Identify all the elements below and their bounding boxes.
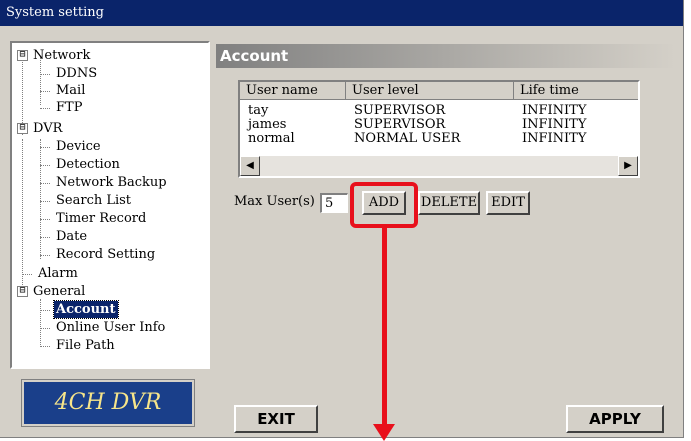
- column-header-user-name[interactable]: User name: [240, 82, 346, 100]
- horizontal-scrollbar[interactable]: ◀ ▶: [240, 156, 638, 176]
- tree-connector: [40, 255, 50, 256]
- cell-user-level: NORMAL USER: [354, 131, 461, 146]
- table-row[interactable]: normal NORMAL USER INFINITY: [240, 132, 638, 146]
- tree-connector: [40, 57, 41, 105]
- tree-connector: [40, 201, 50, 202]
- user-list[interactable]: User name User level Life time tay SUPER…: [238, 80, 640, 178]
- collapse-icon[interactable]: ⊟: [17, 50, 28, 61]
- tree-connector: [40, 147, 50, 148]
- section-title: Account: [216, 44, 676, 68]
- tree-connector: [40, 183, 50, 184]
- apply-button[interactable]: APPLY: [566, 405, 664, 433]
- cell-user-level: SUPERVISOR: [354, 117, 446, 132]
- window-title: System setting: [0, 0, 683, 26]
- column-header-life-time[interactable]: Life time: [514, 82, 638, 100]
- tree-connector: [22, 139, 23, 285]
- exit-button[interactable]: EXIT: [234, 405, 318, 433]
- cell-user-level: SUPERVISOR: [354, 103, 446, 118]
- cell-user-name: james: [248, 117, 287, 132]
- cell-user-name: normal: [248, 131, 295, 146]
- tree-connector: [40, 346, 50, 347]
- tree-connector: [40, 237, 50, 238]
- tree-connector: [40, 91, 50, 92]
- scroll-right-icon[interactable]: ▶: [618, 156, 638, 176]
- column-header-user-level[interactable]: User level: [346, 82, 514, 100]
- settings-tree: ⊟ Network DDNS Mail FTP ⊟ DVR Device Det…: [10, 41, 210, 369]
- max-users-input[interactable]: 5: [320, 193, 348, 213]
- tree-connector: [40, 74, 50, 75]
- highlight-box: [350, 182, 418, 228]
- cell-user-name: tay: [248, 103, 269, 118]
- max-users-label: Max User(s) :: [234, 194, 324, 209]
- tree-connector: [22, 274, 32, 275]
- edit-button[interactable]: EDIT: [486, 191, 530, 215]
- arrow-down-icon: [373, 424, 395, 441]
- tree-connector: [40, 299, 41, 347]
- collapse-icon[interactable]: ⊟: [17, 286, 28, 297]
- delete-button[interactable]: DELETE: [418, 191, 480, 215]
- dvr-logo: 4CH DVR: [22, 380, 194, 426]
- tree-connector: [40, 219, 50, 220]
- system-setting-window: System setting ⊟ Network DDNS Mail FTP ⊟…: [0, 0, 684, 438]
- tree-connector: [40, 139, 41, 259]
- table-row[interactable]: james SUPERVISOR INFINITY: [240, 118, 638, 132]
- tree-connector: [40, 328, 50, 329]
- table-row[interactable]: tay SUPERVISOR INFINITY: [240, 104, 638, 118]
- collapse-icon[interactable]: ⊟: [17, 123, 28, 134]
- arrow-shaft: [382, 226, 387, 428]
- scroll-left-icon[interactable]: ◀: [240, 156, 260, 176]
- cell-life-time: INFINITY: [522, 117, 587, 132]
- tree-connector: [40, 310, 50, 311]
- tree-connector: [40, 108, 50, 109]
- tree-connector: [40, 165, 50, 166]
- cell-life-time: INFINITY: [522, 131, 587, 146]
- cell-life-time: INFINITY: [522, 103, 587, 118]
